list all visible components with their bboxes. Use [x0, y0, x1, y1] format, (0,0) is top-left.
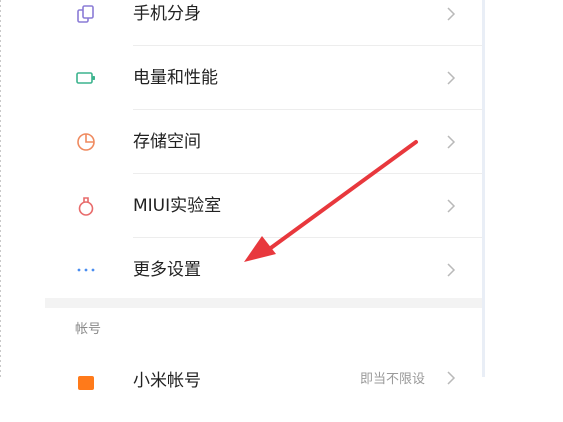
- settings-item-label: MIUI实验室: [133, 196, 222, 216]
- chevron-right-icon: [445, 370, 457, 386]
- chevron-right-icon: [445, 262, 457, 278]
- settings-item-label: 手机分身: [133, 4, 201, 24]
- account-icon: [75, 370, 97, 392]
- settings-item-more-settings[interactable]: 更多设置: [45, 238, 482, 302]
- settings-item-miui-lab[interactable]: MIUI实验室: [45, 174, 482, 238]
- account-status-value: 即当不限设: [360, 372, 426, 387]
- settings-item-clone-apps[interactable]: 手机分身: [45, 0, 482, 46]
- chevron-right-icon: [445, 134, 457, 150]
- clone-icon: [75, 3, 97, 25]
- battery-icon: [75, 67, 97, 89]
- settings-item-label: 小米帐号: [133, 371, 201, 391]
- right-gutter: [482, 0, 563, 377]
- settings-item-battery[interactable]: 电量和性能: [45, 46, 482, 110]
- settings-item-label: 更多设置: [133, 260, 201, 280]
- settings-item-storage[interactable]: 存储空间: [45, 110, 482, 174]
- panel-right-edge: [482, 0, 485, 377]
- chevron-right-icon: [445, 70, 457, 86]
- account-section-title: 帐号: [75, 322, 102, 337]
- chevron-right-icon: [445, 6, 457, 22]
- pie-chart-icon: [75, 131, 97, 153]
- settings-item-mi-account[interactable]: 小米帐号 即当不限设: [45, 358, 482, 422]
- settings-panel: 手机分身 电量和性能 存储空间 MIUI实验室 更多设置 帐号 小米帐号 即当不…: [45, 0, 482, 391]
- settings-item-label: 电量和性能: [133, 68, 218, 88]
- section-separator: [45, 298, 482, 308]
- more-dots-icon: [75, 259, 97, 281]
- chevron-right-icon: [445, 198, 457, 214]
- dashed-left-border: [0, 0, 1, 377]
- flask-icon: [75, 195, 97, 217]
- settings-item-label: 存储空间: [133, 132, 201, 152]
